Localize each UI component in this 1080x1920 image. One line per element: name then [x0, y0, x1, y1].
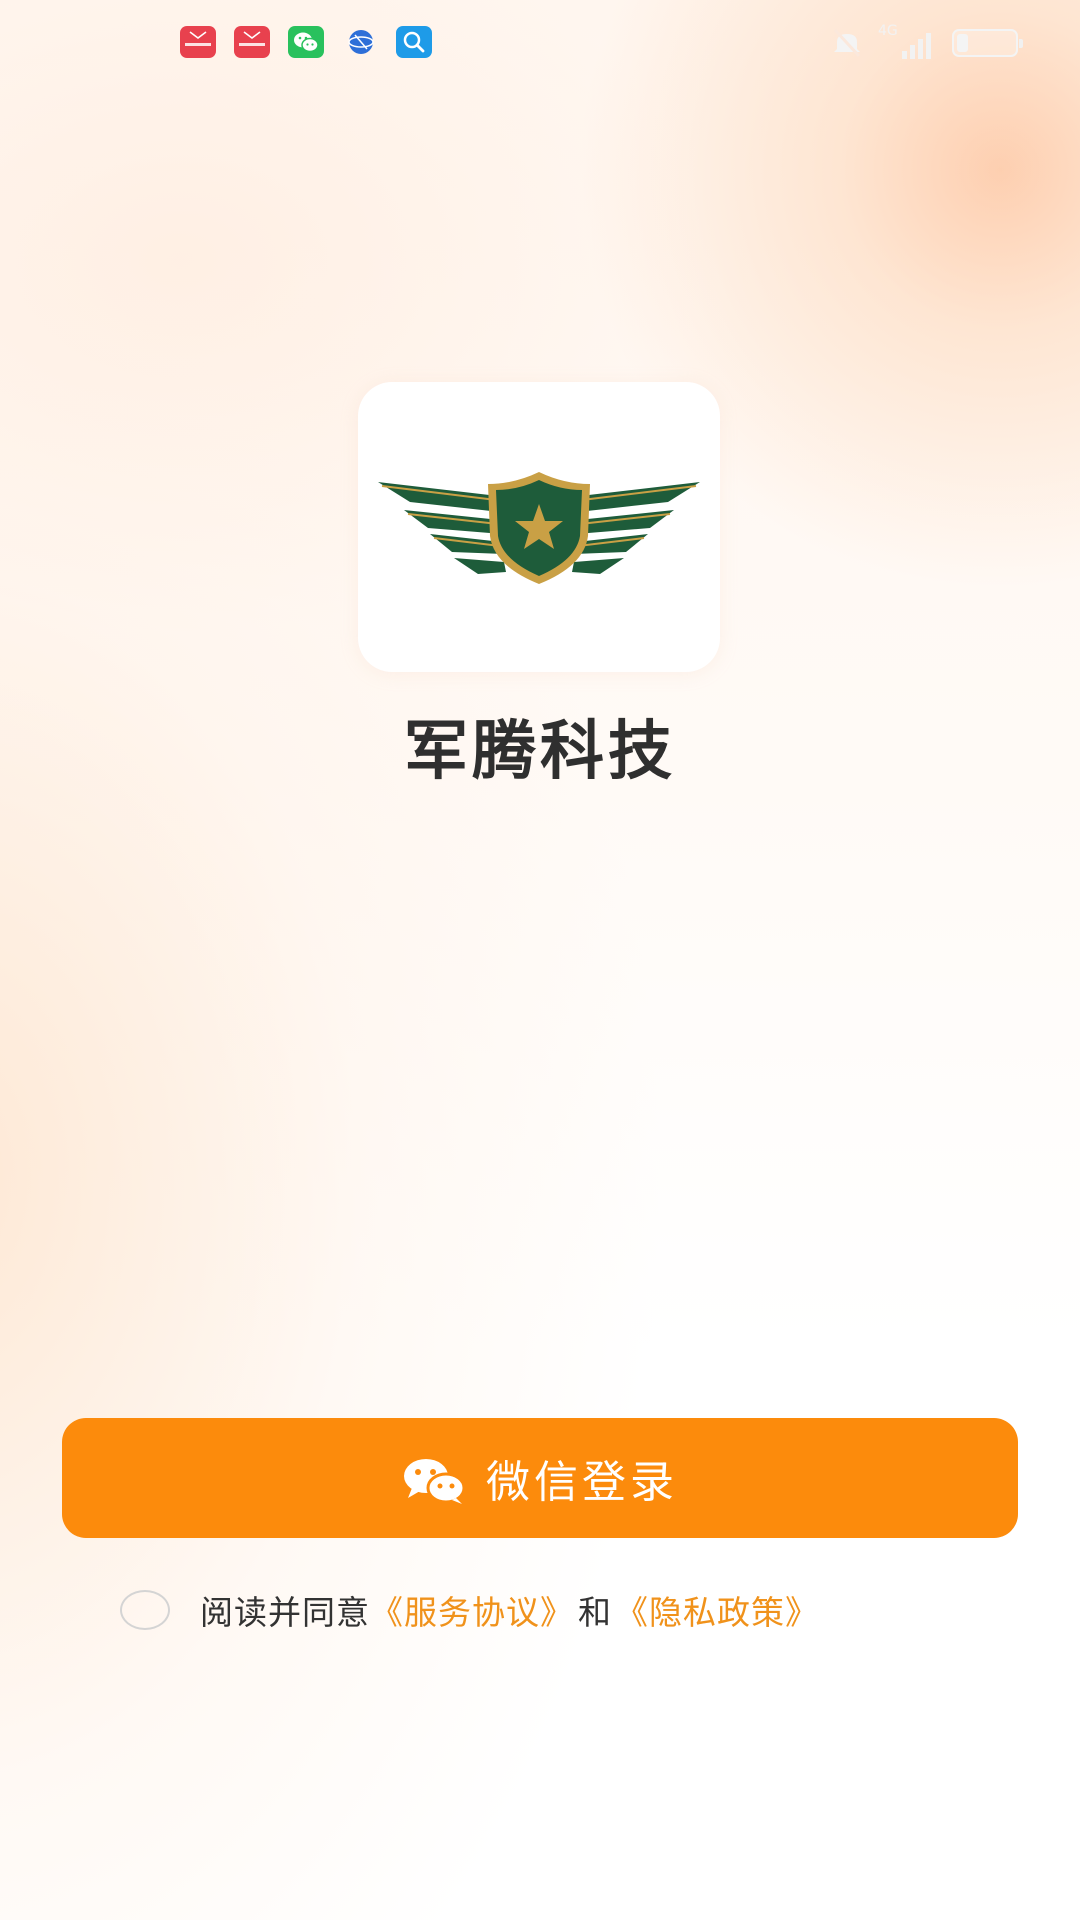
privacy-policy-link[interactable]: 《隐私政策》 [615, 1586, 819, 1634]
signal-bars-icon [902, 33, 931, 59]
search-icon [396, 26, 432, 58]
app-logo [358, 382, 720, 672]
battery-icon [952, 29, 1023, 57]
status-bar: 4G [0, 22, 1080, 62]
app-title: 军腾科技 [404, 715, 676, 789]
agreement-prefix: 阅读并同意 [200, 1593, 370, 1632]
shield-wings-star-logo [378, 472, 700, 584]
system-status-icons: 4G [830, 23, 1023, 62]
signal-indicator: 4G [878, 23, 938, 61]
wechat-icon [404, 1459, 466, 1504]
agreement-checkbox[interactable] [120, 1590, 170, 1630]
wechat-icon [288, 26, 324, 58]
service-agreement-link[interactable]: 《服务协议》 [370, 1586, 574, 1634]
mail-app-icon [234, 26, 270, 58]
wechat-login-button[interactable]: 微信登录 [62, 1418, 1018, 1538]
globe-icon [343, 26, 379, 58]
mute-icon [833, 28, 861, 58]
battery-level [957, 34, 968, 52]
agreement-row: 阅读并同意 《服务协议》 和 《隐私政策》 [120, 1585, 819, 1635]
mail-app-icon [180, 26, 216, 58]
agreement-conjunction: 和 [578, 1593, 611, 1632]
wechat-login-label: 微信登录 [486, 1457, 678, 1508]
